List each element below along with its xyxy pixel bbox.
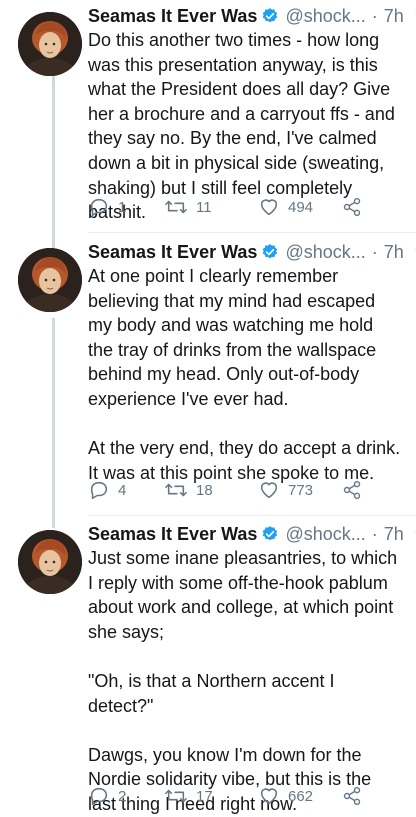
heart-icon [260,482,278,499]
tweet-divider [88,232,416,233]
avatar[interactable] [18,12,82,76]
retweet-button[interactable]: 17 [164,784,213,808]
tweet-header: Seamas It Ever Was @shock... · 7h [88,4,416,28]
reply-icon [90,198,108,217]
separator-dot: · [371,242,378,262]
retweet-count: 11 [196,198,212,216]
author-name[interactable]: Seamas It Ever Was [88,240,257,264]
reply-count: 4 [118,481,127,499]
share-button[interactable] [342,784,362,808]
retweet-icon [165,200,187,214]
avatar[interactable] [18,248,82,312]
retweet-button[interactable]: 11 [164,195,212,219]
tweet-content: Seamas It Ever Was @shock... · 7h Do thi… [88,4,416,225]
tweet-actions: 2 17 662 [88,784,388,808]
retweet-button[interactable]: 18 [164,478,213,502]
reply-icon [90,481,108,500]
author-name[interactable]: Seamas It Ever Was [88,522,257,546]
like-button[interactable]: 773 [258,478,313,502]
tweet-text: Just some inane pleasantries, to which I… [88,548,398,814]
timestamp[interactable]: 7h [384,240,404,264]
avatar[interactable] [18,530,82,594]
tweet-content: Seamas It Ever Was @shock... · 7h Just s… [88,522,416,817]
share-icon [343,197,361,217]
share-button[interactable] [342,195,362,219]
timestamp[interactable]: 7h [384,4,404,28]
retweet-count: 17 [196,787,213,805]
like-count: 773 [288,481,314,499]
share-icon [343,786,361,806]
retweet-count: 18 [196,481,213,499]
retweet-icon [165,789,187,803]
tweet-actions: 4 18 773 [88,478,388,502]
like-button[interactable]: 662 [258,784,313,808]
tweet[interactable]: Seamas It Ever Was @shock... · 7h Do thi… [0,4,416,234]
author-name[interactable]: Seamas It Ever Was [88,4,257,28]
separator-dot: · [371,524,378,544]
verified-badge-icon [261,525,279,543]
tweet-actions: 1 11 494 [88,195,388,219]
reply-button[interactable]: 2 [88,784,126,808]
reply-count: 2 [118,787,127,805]
tweet[interactable]: Seamas It Ever Was @shock... · 7h Just s… [0,522,416,814]
author-handle[interactable]: @shock... [285,240,365,264]
tweet-content: Seamas It Ever Was @shock... · 7h At one… [88,240,416,485]
timestamp[interactable]: 7h [384,522,404,546]
share-icon [343,480,361,500]
tweet-header: Seamas It Ever Was @shock... · 7h [88,522,416,546]
author-handle[interactable]: @shock... [285,522,365,546]
verified-badge-icon [261,7,279,25]
reply-count: 1 [118,198,127,216]
heart-icon [260,788,278,805]
tweet-text: At one point I clearly remember believin… [88,266,401,483]
reply-button[interactable]: 1 [88,195,126,219]
reply-icon [90,787,108,806]
separator-dot: · [371,6,378,26]
tweet[interactable]: Seamas It Ever Was @shock... · 7h At one… [0,240,416,508]
like-count: 662 [288,787,314,805]
retweet-icon [165,483,187,497]
heart-icon [260,199,278,216]
like-button[interactable]: 494 [258,195,313,219]
share-button[interactable] [342,478,362,502]
tweet-header: Seamas It Ever Was @shock... · 7h [88,240,416,264]
tweet-divider [88,515,416,516]
reply-button[interactable]: 4 [88,478,126,502]
like-count: 494 [288,198,314,216]
author-handle[interactable]: @shock... [285,4,365,28]
verified-badge-icon [261,243,279,261]
